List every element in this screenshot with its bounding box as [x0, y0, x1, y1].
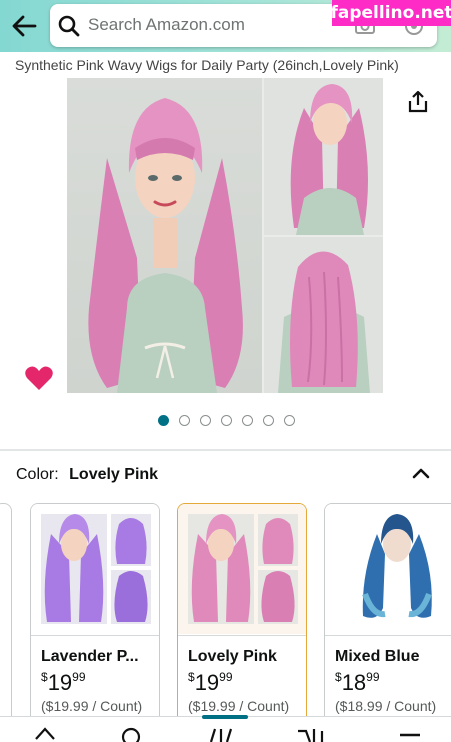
carousel-dot[interactable]	[179, 415, 190, 426]
swatch-price: $1899	[335, 670, 380, 696]
heart-icon	[25, 366, 53, 390]
bottom-navigation-bar	[0, 715, 451, 742]
swatch-thumbnail	[31, 504, 159, 634]
carousel-dot[interactable]	[221, 415, 232, 426]
back-product-photo[interactable]	[264, 237, 383, 393]
library-icon[interactable]	[205, 725, 245, 742]
price-whole: 19	[194, 670, 220, 695]
collapse-color-button[interactable]	[408, 460, 434, 486]
search-icon	[58, 15, 80, 37]
price-cents: 99	[219, 670, 233, 684]
price-cents: 99	[72, 670, 86, 684]
currency-symbol: $	[335, 670, 342, 684]
wishlist-button[interactable]	[24, 364, 54, 392]
cart-icon[interactable]	[294, 725, 330, 742]
swatch-price: $1999	[41, 670, 86, 696]
color-swatch-mixed-blue[interactable]: Mixed Blue $1899 ($18.99 / Count)	[324, 503, 451, 741]
share-button[interactable]	[404, 88, 432, 116]
chevron-up-icon	[412, 468, 430, 479]
home-icon[interactable]	[34, 725, 56, 742]
selected-color-value: Lovely Pink	[69, 466, 159, 483]
price-cents: 99	[366, 670, 380, 684]
profile-icon[interactable]	[118, 725, 144, 742]
search-input[interactable]	[88, 12, 358, 38]
swatch-unit-price: ($19.99 / Count)	[41, 698, 143, 714]
product-title: Synthetic Pink Wavy Wigs for Daily Party…	[15, 57, 399, 73]
currency-symbol: $	[188, 670, 195, 684]
model-front-illustration	[88, 98, 243, 393]
carousel-dot[interactable]	[263, 415, 274, 426]
color-selector-header: Color: Lovely Pink	[16, 466, 158, 484]
swatch-unit-price: ($18.99 / Count)	[335, 698, 437, 714]
swatch-unit-price: ($19.99 / Count)	[188, 698, 290, 714]
side-product-photo[interactable]	[264, 78, 383, 235]
watermark-label: fapellino.net	[330, 0, 451, 26]
product-image-gallery[interactable]	[67, 78, 383, 393]
color-swatch-lavender[interactable]: Lavender P... $1999 ($19.99 / Count)	[30, 503, 160, 741]
price-whole: 18	[341, 670, 367, 695]
main-product-photo[interactable]	[67, 78, 262, 393]
swatch-thumbnail	[325, 504, 451, 634]
swatch-thumbnail	[178, 504, 306, 634]
color-label: Color:	[16, 466, 59, 483]
model-side-illustration	[290, 84, 368, 235]
section-divider	[0, 449, 451, 451]
image-carousel-dots	[158, 415, 295, 426]
carousel-dot[interactable]	[158, 415, 169, 426]
carousel-dot[interactable]	[284, 415, 295, 426]
carousel-dot[interactable]	[242, 415, 253, 426]
price-whole: 19	[47, 670, 73, 695]
arrow-left-icon	[12, 15, 37, 37]
swatch-name: Lovely Pink	[188, 648, 277, 665]
swatch-name: Mixed Blue	[335, 648, 420, 665]
menu-icon[interactable]	[398, 725, 422, 742]
share-icon	[408, 90, 428, 113]
color-swatch-lovely-pink[interactable]: Lovely Pink $1999 ($19.99 / Count)	[177, 503, 307, 741]
color-swatch-partial[interactable]	[0, 503, 12, 741]
back-button[interactable]	[8, 10, 40, 42]
carousel-dot[interactable]	[200, 415, 211, 426]
swatch-price: $1999	[188, 670, 233, 696]
currency-symbol: $	[41, 670, 48, 684]
swatch-name: Lavender P...	[41, 648, 139, 665]
top-header: fapellino.net	[0, 0, 451, 52]
model-back-illustration	[278, 251, 370, 393]
nav-active-indicator	[202, 715, 248, 719]
